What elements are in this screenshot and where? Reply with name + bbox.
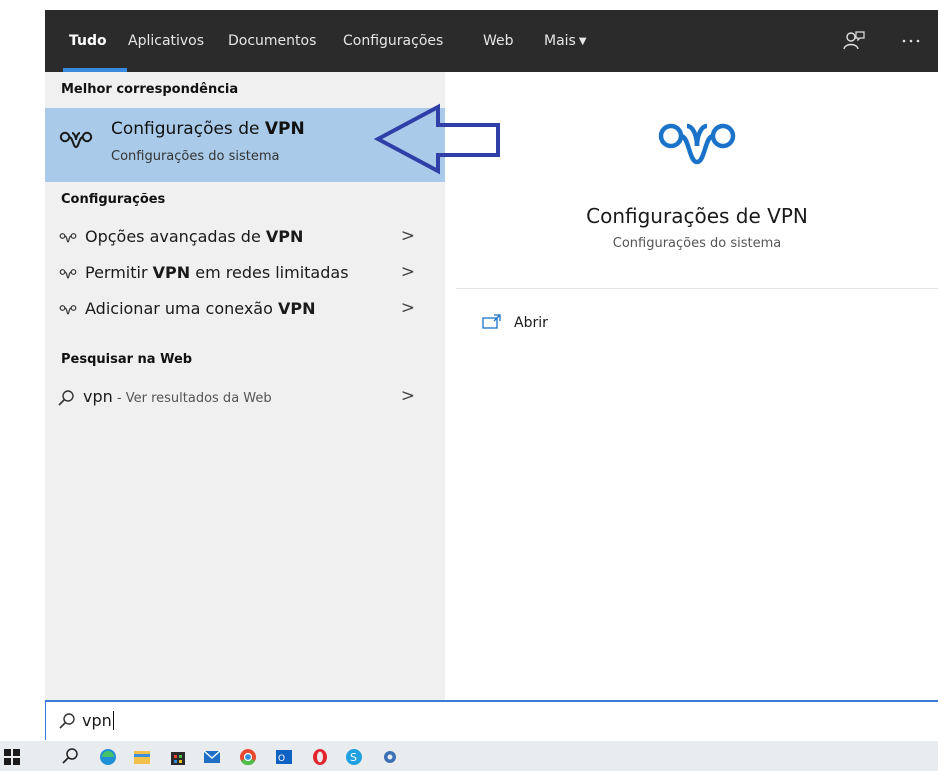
best-match-title-prefix: Configurações de [111,119,265,139]
start-icon[interactable] [2,745,22,767]
taskbar: O S [0,741,938,771]
label-part: em redes limitadas [190,263,349,282]
svg-text:O: O [278,754,285,764]
label-part: Permitir [85,263,153,282]
tab-more[interactable]: Mais ▼ [544,10,587,72]
filter-tab-bar: Tudo Aplicativos Documentos Configuraçõe… [45,10,938,72]
start-menu: Tudo Aplicativos Documentos Configuraçõe… [0,0,938,771]
settings-result-label: Adicionar uma conexão VPN [85,299,315,318]
open-label: Abrir [514,315,548,331]
label-part: Adicionar uma conexão [85,299,278,318]
settings-result-allow-vpn-metered[interactable]: Permitir VPN em redes limitadas > [45,256,445,292]
edge-icon[interactable] [98,745,118,767]
settings-result-add-vpn-connection[interactable]: Adicionar uma conexão VPN > [45,292,445,328]
store-icon[interactable] [168,745,188,767]
vpn-icon [59,269,77,279]
chrome-icon[interactable] [238,745,258,767]
chevron-right-icon[interactable]: > [401,226,415,246]
best-match-subtitle: Configurações do sistema [111,149,280,164]
tab-all[interactable]: Tudo [69,10,107,72]
label-part: Opções avançadas de [85,227,266,246]
vpn-icon [59,305,77,315]
search-icon [58,390,74,406]
desktop-margin [0,0,45,741]
tab-more-label: Mais [544,33,576,49]
outlook-icon[interactable]: O [274,745,294,767]
annotation-arrow [373,103,500,175]
chevron-right-icon[interactable]: > [401,262,415,282]
best-match-title-bold: VPN [264,119,305,139]
search-icon [59,713,75,729]
feedback-icon[interactable] [843,30,865,52]
tab-web[interactable]: Web [483,10,514,72]
tab-settings[interactable]: Configurações [343,10,443,72]
vpn-large-icon [658,123,736,165]
preview-title: Configurações de VPN [586,204,808,228]
tab-documents[interactable]: Documentos [228,10,316,72]
file-explorer-icon[interactable] [132,745,152,767]
mail-icon[interactable] [202,745,222,767]
web-search-label: vpn - Ver resultados da Web [83,387,272,406]
opera-icon[interactable] [310,745,330,767]
app-icon[interactable] [380,745,400,767]
settings-result-advanced-vpn[interactable]: Opções avançadas de VPN > [45,220,445,256]
text-caret [112,711,114,730]
web-suffix: - Ver resultados da Web [112,391,272,406]
more-options-icon[interactable] [900,30,922,52]
caret-down-icon: ▼ [578,36,587,47]
search-icon[interactable] [60,745,80,767]
skype-icon[interactable]: S [344,745,364,767]
label-bold: VPN [265,227,304,246]
chevron-right-icon[interactable]: > [401,386,415,406]
settings-result-label: Permitir VPN em redes limitadas [85,263,349,282]
best-match-header: Melhor correspondência [61,82,239,97]
search-value: vpn [82,711,112,730]
search-box[interactable]: vpn [45,700,938,740]
label-bold: VPN [277,299,316,318]
vpn-icon [59,131,93,149]
search-input[interactable]: vpn [82,711,114,730]
best-match-title: Configurações de VPN [111,119,305,139]
chevron-right-icon[interactable]: > [401,298,415,318]
label-bold: VPN [152,263,191,282]
settings-result-label: Opções avançadas de VPN [85,227,303,246]
settings-section-header: Configurações [61,192,166,207]
vpn-icon [59,233,77,243]
tab-apps[interactable]: Aplicativos [128,10,204,72]
web-search-result[interactable]: vpn - Ver resultados da Web > [45,380,445,416]
divider [456,288,938,289]
preview-subtitle: Configurações do sistema [612,236,782,251]
preview-pane: Configurações de VPN Configurações do si… [456,84,938,700]
open-window-icon [482,314,501,329]
svg-text:S: S [350,751,357,764]
web-query: vpn [83,387,113,406]
web-section-header: Pesquisar na Web [61,352,193,367]
